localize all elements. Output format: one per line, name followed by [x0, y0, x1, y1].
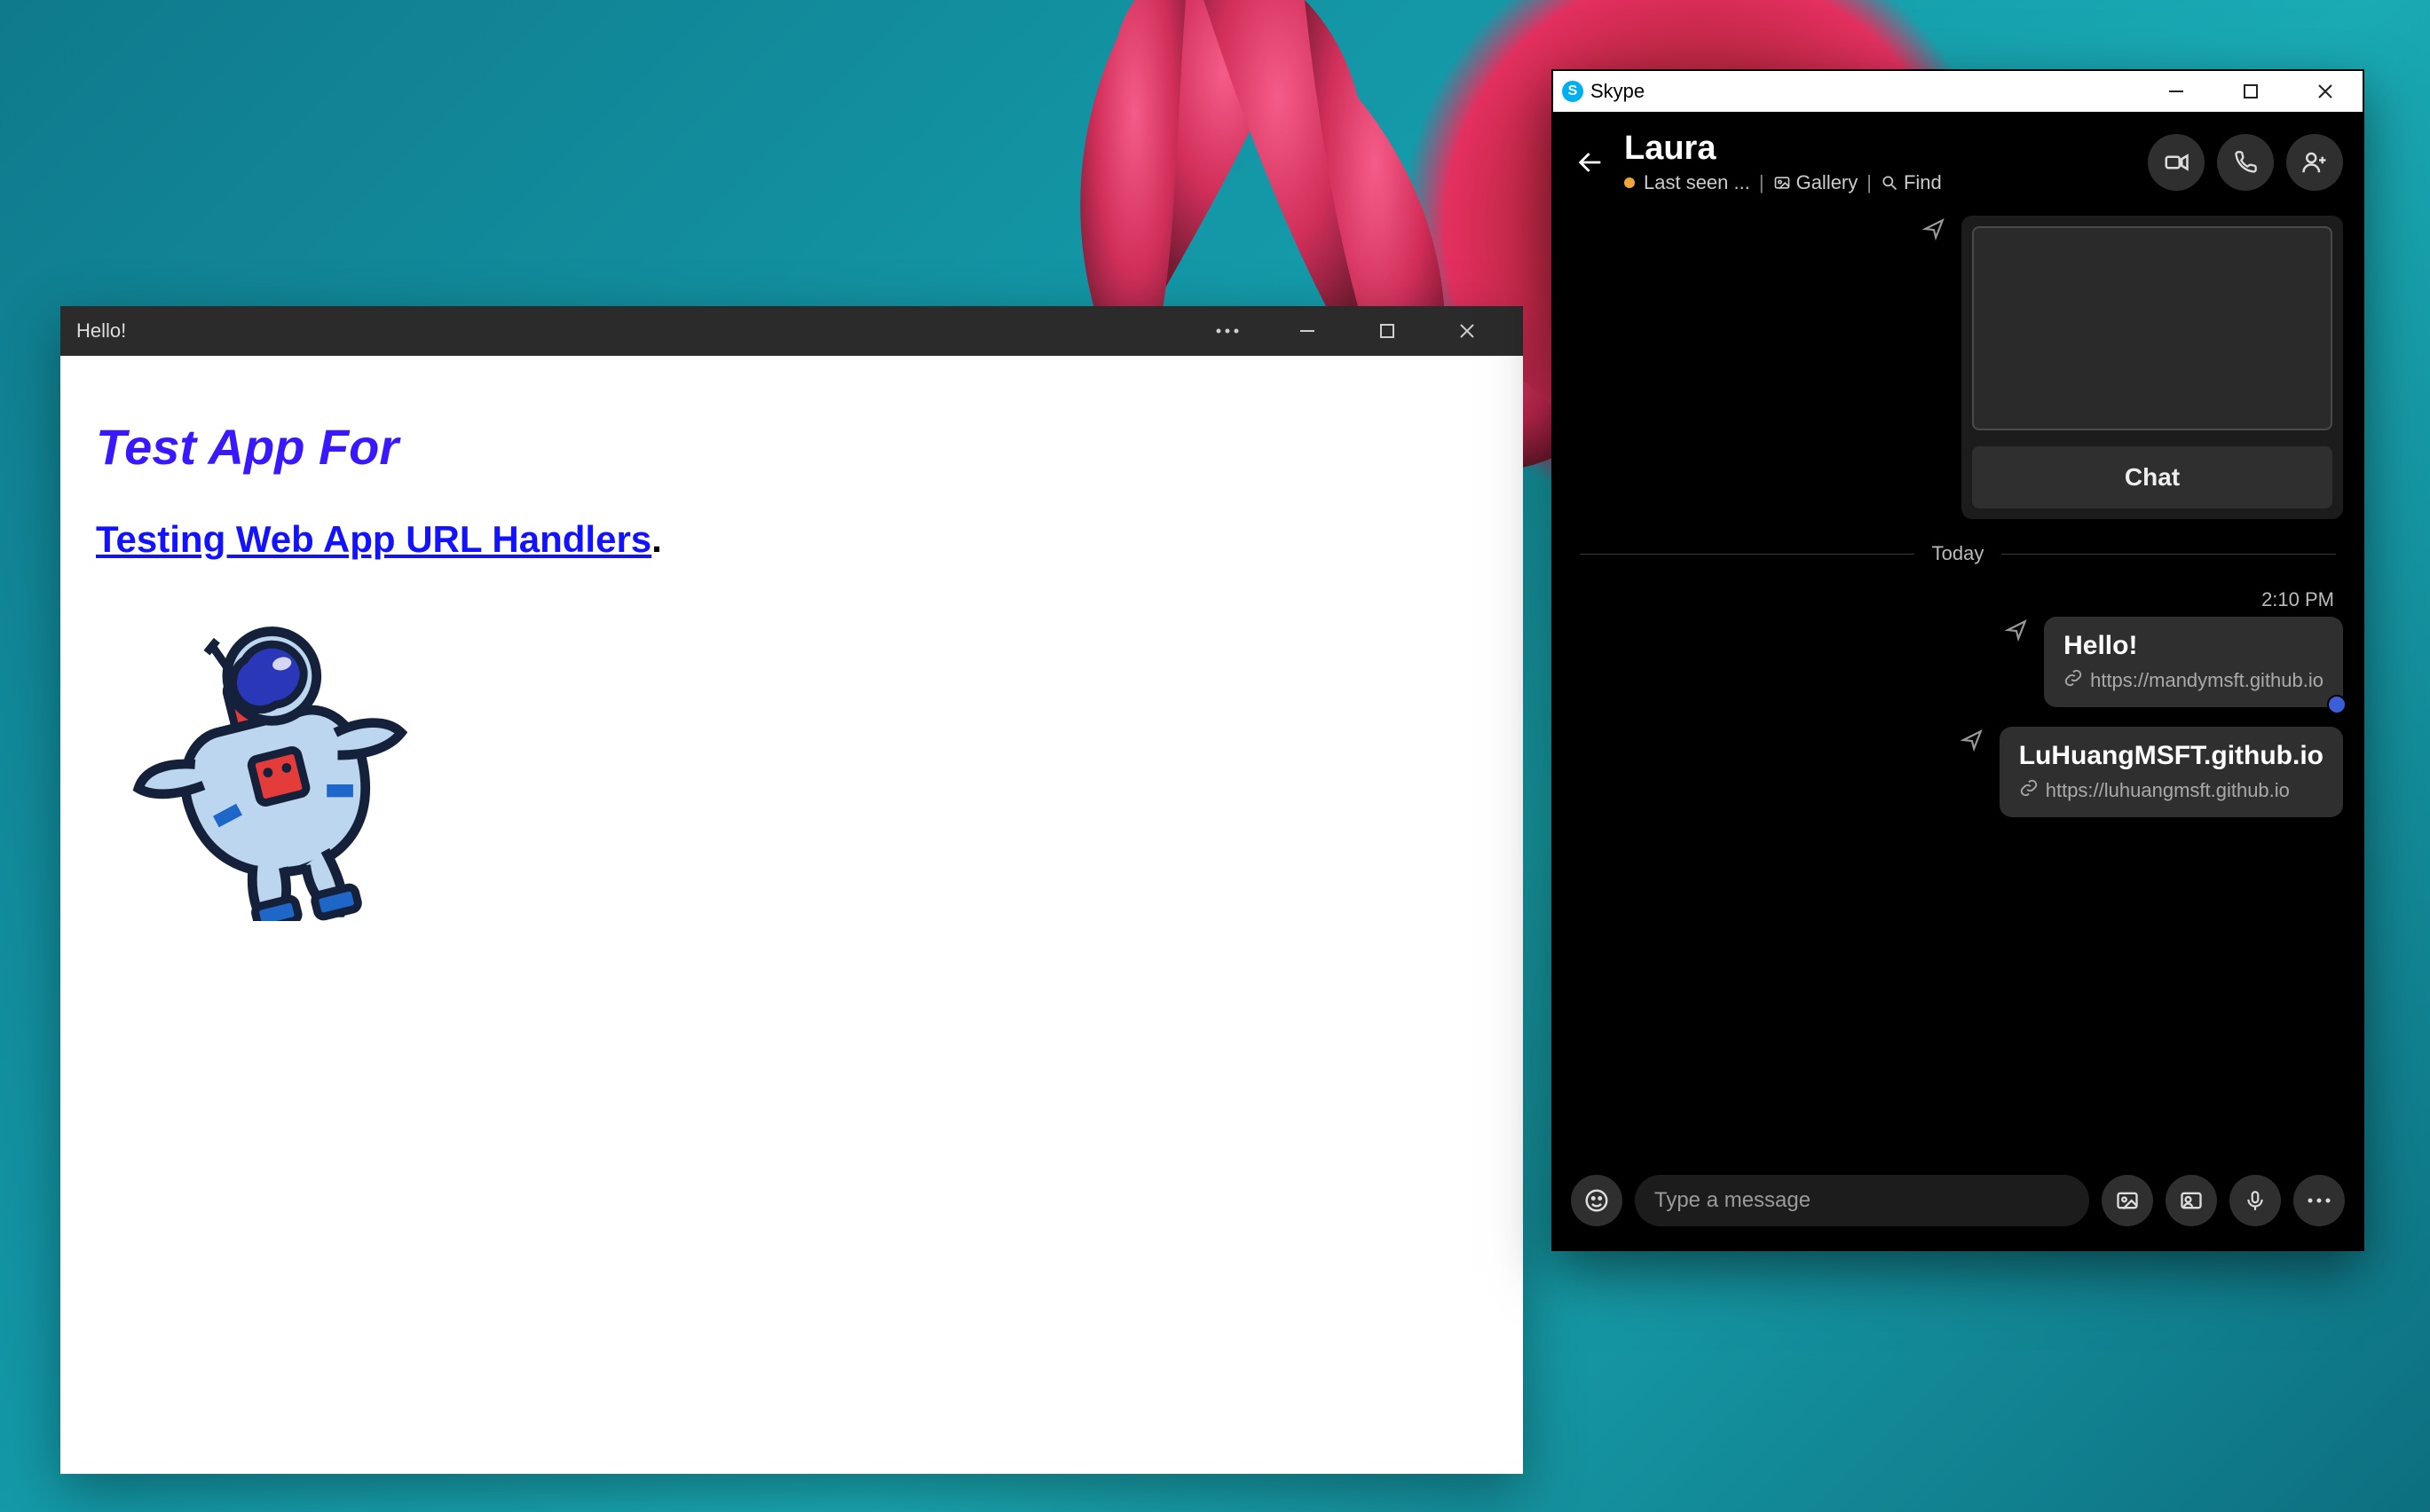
day-divider: Today	[1580, 542, 2336, 565]
skype-logo-icon: S	[1562, 81, 1583, 102]
contact-card-button[interactable]	[2166, 1175, 2217, 1226]
gallery-icon	[1773, 174, 1791, 192]
skype-close-button[interactable]	[2288, 71, 2363, 112]
hello-app-body: Test App For Testing Web App URL Handler…	[60, 356, 1523, 988]
minimize-button[interactable]	[1267, 306, 1347, 356]
contact-subrow: Last seen ... | Gallery | Find	[1624, 171, 2132, 194]
more-button[interactable]	[2293, 1175, 2345, 1226]
subrow-divider-2: |	[1866, 171, 1872, 194]
message-url[interactable]: https://luhuangmsft.github.io	[2046, 779, 2290, 802]
find-link[interactable]: Find	[1881, 171, 1942, 194]
sent-indicator-icon	[1961, 728, 1984, 756]
message-url[interactable]: https://mandymsft.github.io	[2090, 669, 2323, 692]
trailing-dot: .	[651, 518, 662, 560]
microphone-button[interactable]	[2229, 1175, 2281, 1226]
day-label: Today	[1932, 542, 1984, 565]
add-participant-button[interactable]	[2286, 134, 2343, 191]
emoji-button[interactable]	[1571, 1175, 1622, 1226]
reaction-badge[interactable]	[2327, 695, 2347, 714]
skype-body: Laura Last seen ... | Gallery | Find	[1553, 112, 2363, 1249]
message-row: Hello! https://mandymsft.github.io	[1573, 617, 2343, 707]
message-row: LuHuangMSFT.github.io https://luhuangmsf…	[1573, 727, 2343, 817]
search-icon	[1881, 174, 1898, 192]
link-preview-thumbnail	[1972, 226, 2332, 430]
hello-app-title: Hello!	[76, 319, 126, 343]
presence-dot-icon	[1624, 177, 1635, 188]
link-icon	[2063, 668, 2083, 693]
hello-app-window: Hello! Test App For Testing Web App URL …	[60, 306, 1523, 1474]
message-bubble[interactable]: LuHuangMSFT.github.io https://luhuangmsf…	[2000, 727, 2343, 817]
hello-app-titlebar: Hello!	[60, 306, 1523, 356]
subrow-divider: |	[1759, 171, 1764, 194]
message-title: Hello!	[2063, 631, 2323, 661]
preview-chat-button[interactable]: Chat	[1972, 446, 2332, 508]
gallery-link[interactable]: Gallery	[1773, 171, 1858, 194]
gallery-label: Gallery	[1796, 171, 1858, 194]
media-button[interactable]	[2102, 1175, 2153, 1226]
preview-card-row: Chat	[1573, 216, 2343, 519]
contact-name: Laura	[1624, 130, 2132, 168]
app-heading: Test App For	[96, 418, 1487, 476]
link-preview-card[interactable]: Chat	[1961, 216, 2343, 519]
astronaut-image	[114, 602, 1487, 925]
skype-chat-header: Laura Last seen ... | Gallery | Find	[1553, 112, 2363, 194]
skype-title: Skype	[1590, 80, 1645, 103]
sent-indicator-icon	[1922, 217, 1945, 245]
message-bubble[interactable]: Hello! https://mandymsft.github.io	[2044, 617, 2343, 707]
sent-indicator-icon	[2005, 618, 2028, 646]
last-seen-text: Last seen ...	[1644, 171, 1750, 194]
url-handlers-link[interactable]: Testing Web App URL Handlers	[96, 518, 651, 560]
close-button[interactable]	[1427, 306, 1507, 356]
chat-area[interactable]: Chat Today 2:10 PM Hello!	[1553, 194, 2363, 1159]
titlebar-more-icon[interactable]	[1187, 306, 1267, 356]
link-icon	[2019, 778, 2039, 803]
maximize-button[interactable]	[1347, 306, 1427, 356]
message-title: LuHuangMSFT.github.io	[2019, 741, 2323, 771]
audio-call-button[interactable]	[2217, 134, 2274, 191]
message-input[interactable]	[1654, 1188, 2070, 1213]
app-subheading: Testing Web App URL Handlers.	[96, 518, 1487, 561]
message-input-wrap[interactable]	[1635, 1175, 2089, 1226]
skype-maximize-button[interactable]	[2213, 71, 2288, 112]
skype-minimize-button[interactable]	[2139, 71, 2213, 112]
skype-titlebar: S Skype	[1553, 71, 2363, 112]
back-button[interactable]	[1573, 145, 1608, 180]
message-timestamp: 2:10 PM	[1573, 588, 2334, 611]
message-composer	[1553, 1159, 2363, 1249]
video-call-button[interactable]	[2148, 134, 2205, 191]
skype-window: S Skype Laura Last seen ... |	[1551, 69, 2364, 1251]
find-label: Find	[1904, 171, 1942, 194]
